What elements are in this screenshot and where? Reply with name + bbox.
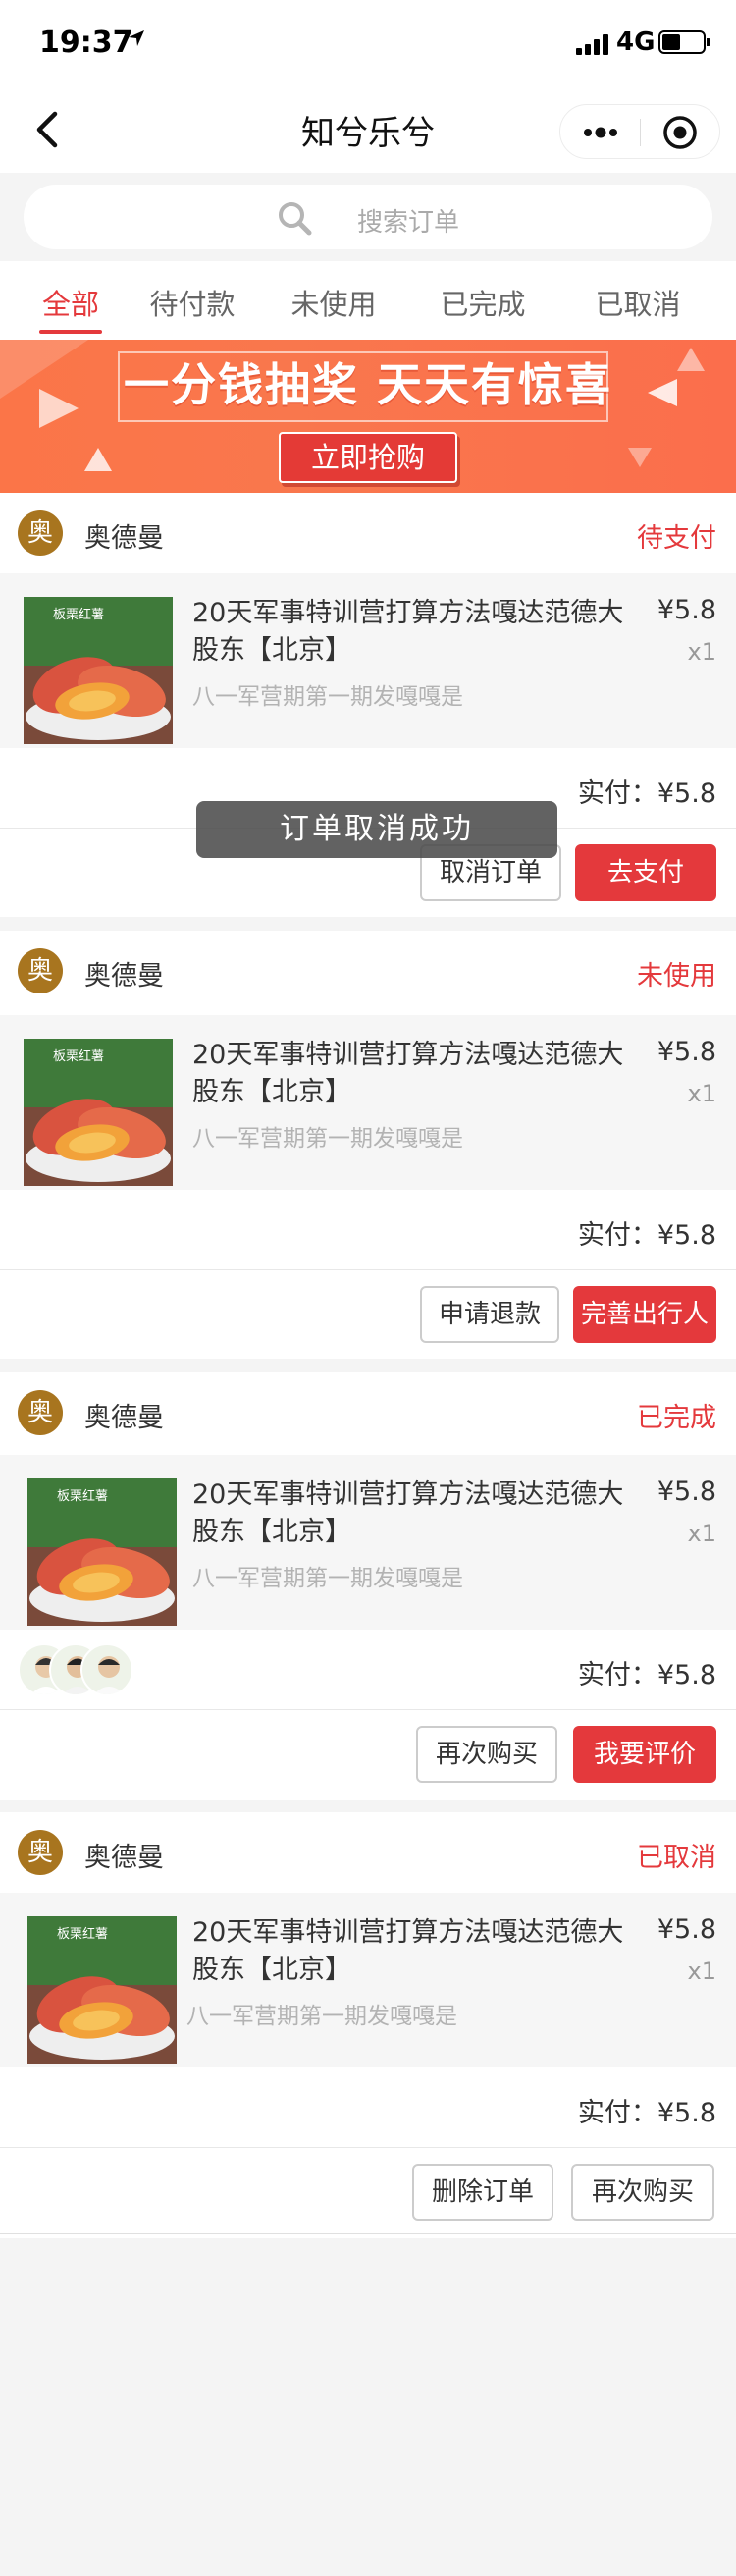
product-name: 20天军事特训营打算方法嘎达范德大股东【北京】 bbox=[192, 1917, 624, 1985]
order-product[interactable]: 板栗红薯 20天军事特训营打算方法嘎达范德大股东【北京】 八一军营期第一期发嘎嘎… bbox=[0, 1455, 736, 1630]
banner-title: 一分钱抽奖 天天有惊喜 bbox=[123, 358, 612, 411]
order-header: 奥 奥德曼 待支付 bbox=[0, 493, 736, 573]
tab-unused[interactable]: 未使用 bbox=[279, 261, 389, 340]
close-miniapp-icon[interactable] bbox=[656, 113, 705, 152]
svg-text:板栗红薯: 板栗红薯 bbox=[57, 1488, 108, 1504]
shop-name[interactable]: 奥德曼 bbox=[84, 516, 164, 555]
order-header: 奥 奥德曼 未使用 bbox=[0, 931, 736, 1011]
paid-row: 实付：¥5.8 bbox=[0, 1630, 736, 1710]
complete-traveler-button[interactable]: 完善出行人 bbox=[573, 1286, 716, 1343]
order-actions: 删除订单 再次购买 bbox=[0, 2148, 736, 2234]
tab-pending-payment[interactable]: 待付款 bbox=[137, 261, 247, 340]
buy-again-button[interactable]: 再次购买 bbox=[571, 2164, 714, 2221]
status-bar: 19:37 4G bbox=[0, 0, 736, 86]
svg-text:板栗红薯: 板栗红薯 bbox=[53, 1048, 104, 1064]
product-price: ¥5.8 bbox=[657, 595, 716, 625]
buy-again-button[interactable]: 再次购买 bbox=[416, 1726, 557, 1783]
product-price: ¥5.8 bbox=[657, 1914, 716, 1945]
capsule-divider bbox=[640, 119, 641, 146]
shop-avatar: 奥 bbox=[18, 510, 63, 556]
product-image: 板栗红薯 bbox=[27, 1478, 177, 1626]
delete-order-button[interactable]: 删除订单 bbox=[412, 2164, 553, 2221]
paid-row: 实付：¥5.8 bbox=[0, 2067, 736, 2148]
location-arrow-icon bbox=[129, 30, 144, 46]
order-product[interactable]: 板栗红薯 20天军事特训营打算方法嘎达范德大股东【北京】 八一军营期第一期发嘎嘎… bbox=[0, 1015, 736, 1190]
order-status: 已完成 bbox=[637, 1403, 716, 1433]
product-name: 20天军事特训营打算方法嘎达范德大股东【北京】 bbox=[192, 598, 624, 666]
refund-request-button[interactable]: 申请退款 bbox=[420, 1286, 559, 1343]
svg-text:板栗红薯: 板栗红薯 bbox=[53, 607, 104, 622]
shop-name[interactable]: 奥德曼 bbox=[84, 1396, 164, 1434]
product-price: ¥5.8 bbox=[657, 1476, 716, 1507]
order-product[interactable]: 板栗红薯 20天军事特训营打算方法嘎达范德大股东【北京】 八一军营期第一期发嘎嘎… bbox=[0, 573, 736, 748]
shop-name[interactable]: 奥德曼 bbox=[84, 954, 164, 993]
product-image: 板栗红薯 bbox=[27, 1916, 177, 2064]
tab-completed[interactable]: 已完成 bbox=[428, 261, 538, 340]
svg-text:板栗红薯: 板栗红薯 bbox=[57, 1926, 108, 1942]
product-spec: 八一军营期第一期发嘎嘎是 bbox=[192, 1566, 463, 1591]
active-tab-indicator bbox=[39, 330, 102, 334]
miniapp-capsule bbox=[559, 104, 720, 159]
order-tabs: 全部 待付款 未使用 已完成 已取消 bbox=[0, 261, 736, 340]
tab-cancelled[interactable]: 已取消 bbox=[583, 261, 693, 340]
shop-name[interactable]: 奥德曼 bbox=[84, 1836, 164, 1874]
banner-buy-now-button[interactable]: 立即抢购 bbox=[279, 432, 457, 483]
search-section: 搜索订单 bbox=[0, 173, 736, 261]
product-price: ¥5.8 bbox=[657, 1037, 716, 1067]
paid-row: 实付：¥5.8 bbox=[0, 1190, 736, 1270]
pay-button[interactable]: 去支付 bbox=[575, 844, 716, 901]
shop-avatar: 奥 bbox=[18, 948, 63, 993]
order-card: 奥 奥德曼 未使用 板栗红薯 20天军事特训营打算方法嘎达范德大股东【北京】 八… bbox=[0, 931, 736, 1359]
order-status: 已取消 bbox=[637, 1843, 716, 1873]
order-header: 奥 奥德曼 已完成 bbox=[0, 1372, 736, 1453]
order-actions: 再次购买 我要评价 bbox=[0, 1710, 736, 1797]
product-image: 板栗红薯 bbox=[24, 597, 173, 744]
product-name: 20天军事特训营打算方法嘎达范德大股东【北京】 bbox=[192, 1479, 624, 1547]
signal-icon bbox=[576, 33, 609, 55]
toast-message: 订单取消成功 bbox=[196, 801, 557, 858]
product-qty: x1 bbox=[687, 1958, 716, 1985]
write-review-button[interactable]: 我要评价 bbox=[573, 1726, 716, 1783]
order-product[interactable]: 板栗红薯 20天军事特训营打算方法嘎达范德大股东【北京】 八一军营期第一期发嘎嘎… bbox=[0, 1893, 736, 2067]
product-spec: 八一军营期第一期发嘎嘎是 bbox=[192, 684, 463, 710]
order-actions: 申请退款 完善出行人 bbox=[0, 1270, 736, 1357]
order-card: 奥 奥德曼 已取消 板栗红薯 20天军事特训营打算方法嘎达范德大股东【北京】 八… bbox=[0, 1812, 736, 2238]
order-header: 奥 奥德曼 已取消 bbox=[0, 1812, 736, 1893]
product-qty: x1 bbox=[687, 1520, 716, 1547]
product-qty: x1 bbox=[687, 1080, 716, 1107]
product-qty: x1 bbox=[687, 638, 716, 666]
promo-banner[interactable]: 一分钱抽奖 天天有惊喜 立即抢购 bbox=[0, 340, 736, 493]
more-icon[interactable] bbox=[576, 113, 625, 152]
order-status: 待支付 bbox=[637, 523, 716, 554]
battery-icon bbox=[658, 30, 710, 54]
product-spec: 八一军营期第一期发嘎嘎是 bbox=[192, 1126, 463, 1152]
avatar bbox=[80, 1643, 133, 1696]
nav-bar: 知兮乐兮 bbox=[0, 86, 736, 173]
network-type: 4G bbox=[616, 27, 656, 57]
paid-amount: 实付：¥5.8 bbox=[577, 778, 716, 809]
shop-avatar: 奥 bbox=[18, 1830, 63, 1875]
tab-all[interactable]: 全部 bbox=[24, 261, 118, 340]
product-name: 20天军事特训营打算方法嘎达范德大股东【北京】 bbox=[192, 1040, 624, 1107]
status-time: 19:37 bbox=[39, 26, 133, 60]
search-placeholder: 搜索订单 bbox=[357, 208, 460, 238]
paid-amount: 实付：¥5.8 bbox=[577, 1660, 716, 1690]
shop-avatar: 奥 bbox=[18, 1390, 63, 1435]
search-input[interactable]: 搜索订单 bbox=[24, 185, 712, 249]
product-image: 板栗红薯 bbox=[24, 1039, 173, 1186]
search-icon bbox=[279, 202, 312, 236]
order-card: 奥 奥德曼 已完成 板栗红薯 20天军事特训营打算方法嘎达范德大股东【北京】 八… bbox=[0, 1372, 736, 1800]
product-spec: 八一军营期第一期发嘎嘎是 bbox=[186, 2004, 457, 2029]
paid-amount: 实付：¥5.8 bbox=[577, 2098, 716, 2128]
paid-amount: 实付：¥5.8 bbox=[577, 1220, 716, 1251]
order-status: 未使用 bbox=[637, 961, 716, 992]
